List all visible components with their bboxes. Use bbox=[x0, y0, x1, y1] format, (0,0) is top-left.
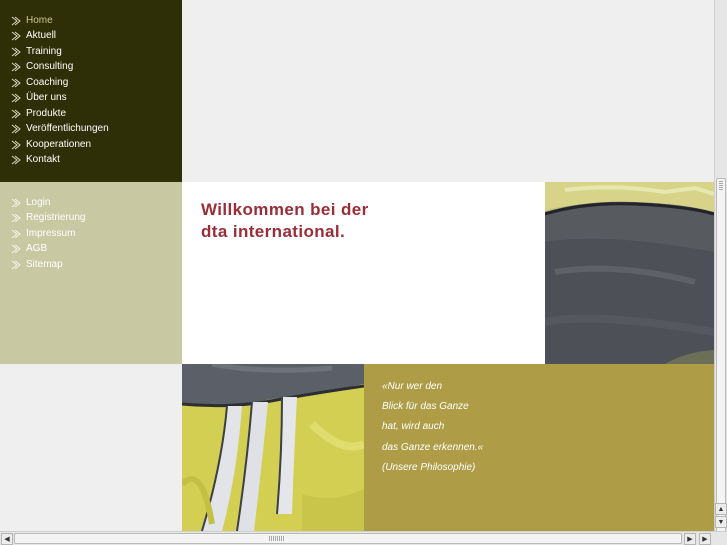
quote-line: das Ganze erkennen.« bbox=[382, 441, 484, 453]
main-navigation: Home Aktuell Training Consulting Coaching Übe… bbox=[0, 0, 182, 182]
double-chevron-right-icon bbox=[11, 78, 21, 88]
secondary-nav-list: Login Registrierung Impressum AGB Sitemap bbox=[11, 195, 85, 273]
quote-line: Blick für das Ganze bbox=[382, 401, 469, 413]
nav-item-sitemap[interactable]: Sitemap bbox=[11, 257, 85, 273]
arrow-up-icon[interactable]: ▲ bbox=[715, 503, 727, 515]
arrow-right-icon[interactable]: ▶ bbox=[699, 533, 711, 545]
nav-item-label: AGB bbox=[26, 243, 48, 255]
double-chevron-right-icon bbox=[11, 198, 21, 208]
vertical-scroll-thumb[interactable] bbox=[716, 178, 726, 533]
double-chevron-right-icon bbox=[11, 109, 21, 119]
double-chevron-right-icon bbox=[11, 31, 21, 41]
vertical-scrollbar[interactable]: ▲ ▼ bbox=[714, 0, 727, 533]
double-chevron-right-icon bbox=[11, 62, 21, 72]
quote-attribution: (Unsere Philosophie) bbox=[382, 461, 476, 473]
welcome-heading: Willkommen bei der dta international. bbox=[201, 199, 369, 243]
quote-panel: «Nur wer den Blick für das Ganze hat, wi… bbox=[364, 364, 714, 531]
nav-item-registrierung[interactable]: Registrierung bbox=[11, 211, 85, 227]
painting-image-top bbox=[545, 182, 714, 364]
main-nav-list: Home Aktuell Training Consulting Coaching Übe… bbox=[11, 13, 109, 168]
nav-item-label: Consulting bbox=[26, 61, 74, 73]
horizontal-scrollbar[interactable]: ◀ ▶ ▶ bbox=[0, 531, 727, 545]
double-chevron-right-icon bbox=[11, 260, 21, 270]
double-chevron-right-icon bbox=[11, 124, 21, 134]
nav-item-label: Über uns bbox=[26, 92, 67, 104]
quote-line: «Nur wer den bbox=[382, 381, 443, 392]
nav-item-label: Login bbox=[26, 196, 51, 208]
nav-item-label: Coaching bbox=[26, 76, 69, 88]
nav-item-home[interactable]: Home bbox=[11, 13, 109, 29]
arrow-down-icon[interactable]: ▼ bbox=[715, 516, 727, 528]
welcome-line-1: Willkommen bei der bbox=[201, 200, 369, 219]
bottom-blank-area bbox=[0, 364, 182, 531]
nav-item-training[interactable]: Training bbox=[11, 44, 109, 60]
nav-item-label: Impressum bbox=[26, 227, 76, 239]
philosophy-quote: «Nur wer den Blick für das Ganze hat, wi… bbox=[382, 377, 483, 478]
secondary-navigation: Login Registrierung Impressum AGB Sitemap bbox=[0, 182, 182, 364]
double-chevron-right-icon bbox=[11, 47, 21, 57]
nav-item-label: Kooperationen bbox=[26, 138, 92, 150]
welcome-panel: Willkommen bei der dta international. bbox=[182, 182, 545, 364]
nav-item-label: Aktuell bbox=[26, 30, 57, 42]
nav-item-consulting[interactable]: Consulting bbox=[11, 60, 109, 76]
nav-item-login[interactable]: Login bbox=[11, 195, 85, 211]
nav-item-impressum[interactable]: Impressum bbox=[11, 226, 85, 242]
top-blank-area bbox=[182, 0, 714, 182]
nav-item-kooperationen[interactable]: Kooperationen bbox=[11, 137, 109, 153]
quote-line: hat, wird auch bbox=[382, 421, 445, 433]
nav-item-label: Produkte bbox=[26, 107, 67, 119]
nav-item-label: Training bbox=[26, 45, 62, 57]
nav-item-aktuell[interactable]: Aktuell bbox=[11, 29, 109, 45]
painting-image-bottom bbox=[182, 364, 364, 531]
nav-item-veröffentlichungen[interactable]: Veröffentlichungen bbox=[11, 122, 109, 138]
welcome-line-2: dta international. bbox=[201, 222, 346, 241]
nav-item-produkte[interactable]: Produkte bbox=[11, 106, 109, 122]
arrow-left-icon[interactable]: ◀ bbox=[1, 533, 13, 545]
arrow-right-icon[interactable]: ▶ bbox=[684, 533, 696, 545]
double-chevron-right-icon bbox=[11, 140, 21, 150]
double-chevron-right-icon bbox=[11, 16, 21, 26]
nav-item-label: Home bbox=[26, 14, 53, 26]
double-chevron-right-icon bbox=[11, 244, 21, 254]
nav-item-coaching[interactable]: Coaching bbox=[11, 75, 109, 91]
double-chevron-right-icon bbox=[11, 155, 21, 165]
nav-item-über-uns[interactable]: Über uns bbox=[11, 91, 109, 107]
nav-item-agb[interactable]: AGB bbox=[11, 242, 85, 258]
horizontal-scroll-thumb[interactable] bbox=[14, 533, 682, 544]
nav-item-label: Sitemap bbox=[26, 258, 63, 270]
nav-item-label: Registrierung bbox=[26, 212, 86, 224]
double-chevron-right-icon bbox=[11, 93, 21, 103]
abstract-painting-bottom bbox=[182, 364, 364, 531]
nav-item-label: Kontakt bbox=[26, 154, 60, 166]
nav-item-label: Veröffentlichungen bbox=[26, 123, 109, 135]
double-chevron-right-icon bbox=[11, 213, 21, 223]
double-chevron-right-icon bbox=[11, 229, 21, 239]
abstract-painting-top bbox=[545, 182, 714, 364]
nav-item-kontakt[interactable]: Kontakt bbox=[11, 153, 109, 169]
